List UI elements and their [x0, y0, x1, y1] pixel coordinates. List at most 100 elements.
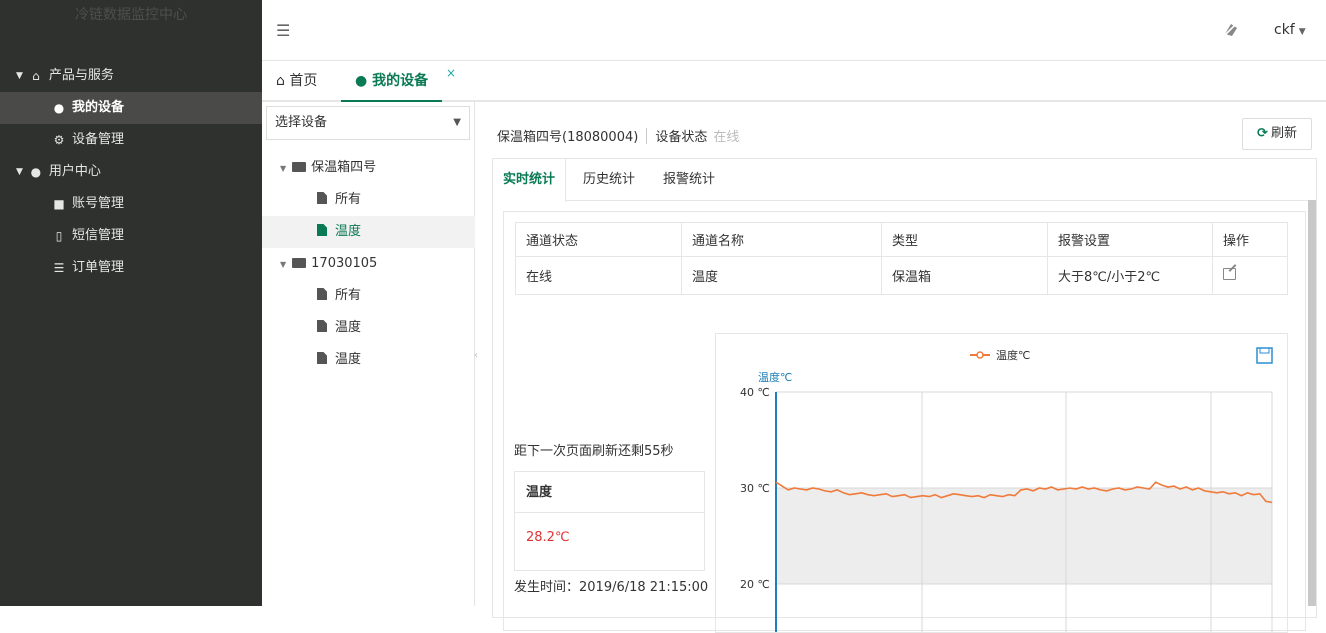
sidebar-item-my-devices[interactable]: ● 我的设备 [0, 92, 262, 124]
refresh-label: 刷新 [1270, 126, 1297, 141]
divider [646, 128, 648, 144]
table-cell: 在线 [515, 256, 682, 295]
sidebar-item-account-management[interactable]: ■ 账号管理 [0, 188, 262, 220]
file-icon [317, 352, 327, 364]
main-content: 保温箱四号(18080004) 设备状态 在线 ⟳ 刷新 实时统计 历史统计 报警统计… [482, 102, 1326, 633]
tree-leaf-label: 所有 [335, 288, 362, 303]
gear-icon: ⚙ [53, 133, 65, 147]
tree-leaf-label: 温度 [335, 352, 362, 367]
table-header: 类型 [881, 222, 1048, 257]
save-icon [1256, 347, 1273, 364]
sidebar-item-label: 账号管理 [72, 196, 125, 211]
legend-marker [976, 351, 984, 359]
table-header: 报警设置 [1047, 222, 1213, 257]
user-icon: ● [355, 73, 368, 89]
page-tabs: ⌂ 首页 ● 我的设备 × [262, 61, 1326, 102]
tab-label: 我的设备 [372, 73, 429, 89]
channel-table: 通道状态 通道名称 类型 报警设置 操作 在线 温度 保温箱 大于8℃/小于2℃ [515, 222, 1288, 295]
user-name: ckf [1274, 22, 1295, 38]
sidebar-group-user-center[interactable]: ▼ ● 用户中心 [0, 156, 262, 188]
table-header: 通道名称 [681, 222, 882, 257]
legend-label: 温度℃ [996, 348, 1030, 362]
occur-time: 发生时间：2019/6/18 21:15:00 [514, 580, 709, 595]
file-icon [317, 192, 327, 204]
theme-icon[interactable] [1222, 20, 1240, 38]
sidebar: 冷链数据监控中心 ▼ ⌂ 产品与服务 ● 我的设备 ⚙ 设备管理 ▼ ● 用户中… [0, 0, 262, 606]
stats-tabs: 实时统计 历史统计 报警统计 [493, 159, 1316, 202]
sidebar-item-sms-management[interactable]: ▯ 短信管理 [0, 220, 262, 252]
mobile-icon: ▯ [55, 229, 63, 243]
folder-open-icon [292, 258, 307, 268]
tree-leaf[interactable]: 温度 [262, 216, 475, 248]
table-header: 操作 [1212, 222, 1288, 257]
sidebar-group-label: 产品与服务 [48, 68, 114, 83]
refresh-icon: ⟳ [1257, 126, 1268, 141]
refresh-countdown: 距下一次页面刷新还剩55秒 [514, 444, 674, 459]
tree-node-label: 17030105 [311, 256, 378, 271]
sidebar-item-label: 短信管理 [72, 228, 125, 243]
tree-leaf-label: 温度 [335, 224, 362, 239]
caret-down-icon: ▼ [1298, 27, 1306, 37]
device-select-value: 选择设备 [275, 115, 328, 130]
panel-collapse-icon[interactable]: ‹ [474, 350, 478, 361]
device-name: 保温箱四号(18080004) [497, 130, 639, 145]
user-icon: ● [53, 101, 65, 115]
status-value: 在线 [713, 130, 740, 145]
tree-leaf[interactable]: 温度 [262, 344, 475, 376]
device-select[interactable]: 选择设备 ▼ [266, 106, 470, 140]
table-header: 通道状态 [515, 222, 682, 257]
tab-my-devices[interactable]: ● 我的设备 × [341, 61, 456, 102]
tree-leaf[interactable]: 所有 [262, 280, 475, 312]
device-header: 保温箱四号(18080004) 设备状态 在线 [497, 126, 739, 145]
table-row: 在线 温度 保温箱 大于8℃/小于2℃ [515, 256, 1288, 295]
chart-band [776, 488, 1272, 584]
temperature-card: 温度 28.2℃ [514, 471, 705, 571]
table-cell-actions [1212, 256, 1288, 295]
tab-home[interactable]: ⌂ 首页 [276, 61, 317, 102]
temperature-chart: 40 ℃ 30 ℃ 20 ℃ 温度℃ 温度℃ [715, 333, 1288, 633]
tree-node-device[interactable]: ▼ 17030105 [262, 248, 475, 280]
caret-down-icon: ▼ [453, 117, 461, 128]
file-icon [317, 320, 327, 332]
sidebar-item-label: 我的设备 [72, 100, 125, 115]
tab-label: 首页 [289, 73, 318, 89]
table-cell: 保温箱 [881, 256, 1048, 295]
tree-node-device[interactable]: ▼ 保温箱四号 [262, 152, 475, 184]
sidebar-item-device-management[interactable]: ⚙ 设备管理 [0, 124, 262, 156]
realtime-panel: 通道状态 通道名称 类型 报警设置 操作 在线 温度 保温箱 大于8℃/小于2℃… [503, 211, 1306, 633]
scrollbar[interactable] [1308, 200, 1316, 606]
edit-icon[interactable] [1223, 267, 1236, 280]
menu-toggle-icon[interactable]: ☰ [276, 21, 290, 40]
sidebar-group-products[interactable]: ▼ ⌂ 产品与服务 [0, 60, 262, 92]
table-cell: 温度 [681, 256, 882, 295]
tree-node-label: 保温箱四号 [311, 160, 377, 175]
list-icon: ☰ [53, 261, 65, 275]
folder-icon: ■ [53, 197, 65, 211]
sidebar-item-order-management[interactable]: ☰ 订单管理 [0, 252, 262, 284]
file-icon [317, 288, 327, 300]
refresh-button[interactable]: ⟳ 刷新 [1242, 118, 1312, 150]
status-label: 设备状态 [655, 130, 708, 145]
temperature-card-title: 温度 [515, 472, 704, 513]
close-icon[interactable]: × [446, 53, 456, 93]
tree-leaf[interactable]: 温度 [262, 312, 475, 344]
top-header: ☰ ckf ▼ [262, 0, 1326, 61]
home-icon: ⌂ [32, 69, 40, 83]
sidebar-group-label: 用户中心 [48, 164, 101, 179]
tree-leaf[interactable]: 所有 [262, 184, 475, 216]
tab-alarm[interactable]: 报警统计 [663, 159, 715, 201]
caret-down-icon: ▼ [16, 167, 23, 177]
chart-svg: 40 ℃ 30 ℃ 20 ℃ 温度℃ 温度℃ [740, 347, 1273, 632]
caret-down-icon: ▼ [280, 260, 287, 269]
table-cell: 大于8℃/小于2℃ [1047, 256, 1213, 295]
y-axis-label: 温度℃ [758, 370, 792, 384]
y-tick-label: 30 ℃ [740, 482, 770, 495]
user-menu[interactable]: ckf ▼ [1274, 22, 1306, 38]
sidebar-item-label: 订单管理 [72, 260, 125, 275]
temperature-value: 28.2℃ [526, 530, 570, 545]
tab-history[interactable]: 历史统计 [583, 159, 635, 201]
app-brand: 冷链数据监控中心 [75, 7, 187, 23]
caret-down-icon: ▼ [280, 164, 287, 173]
tab-realtime[interactable]: 实时统计 [493, 159, 567, 202]
tree-leaf-label: 温度 [335, 320, 362, 335]
